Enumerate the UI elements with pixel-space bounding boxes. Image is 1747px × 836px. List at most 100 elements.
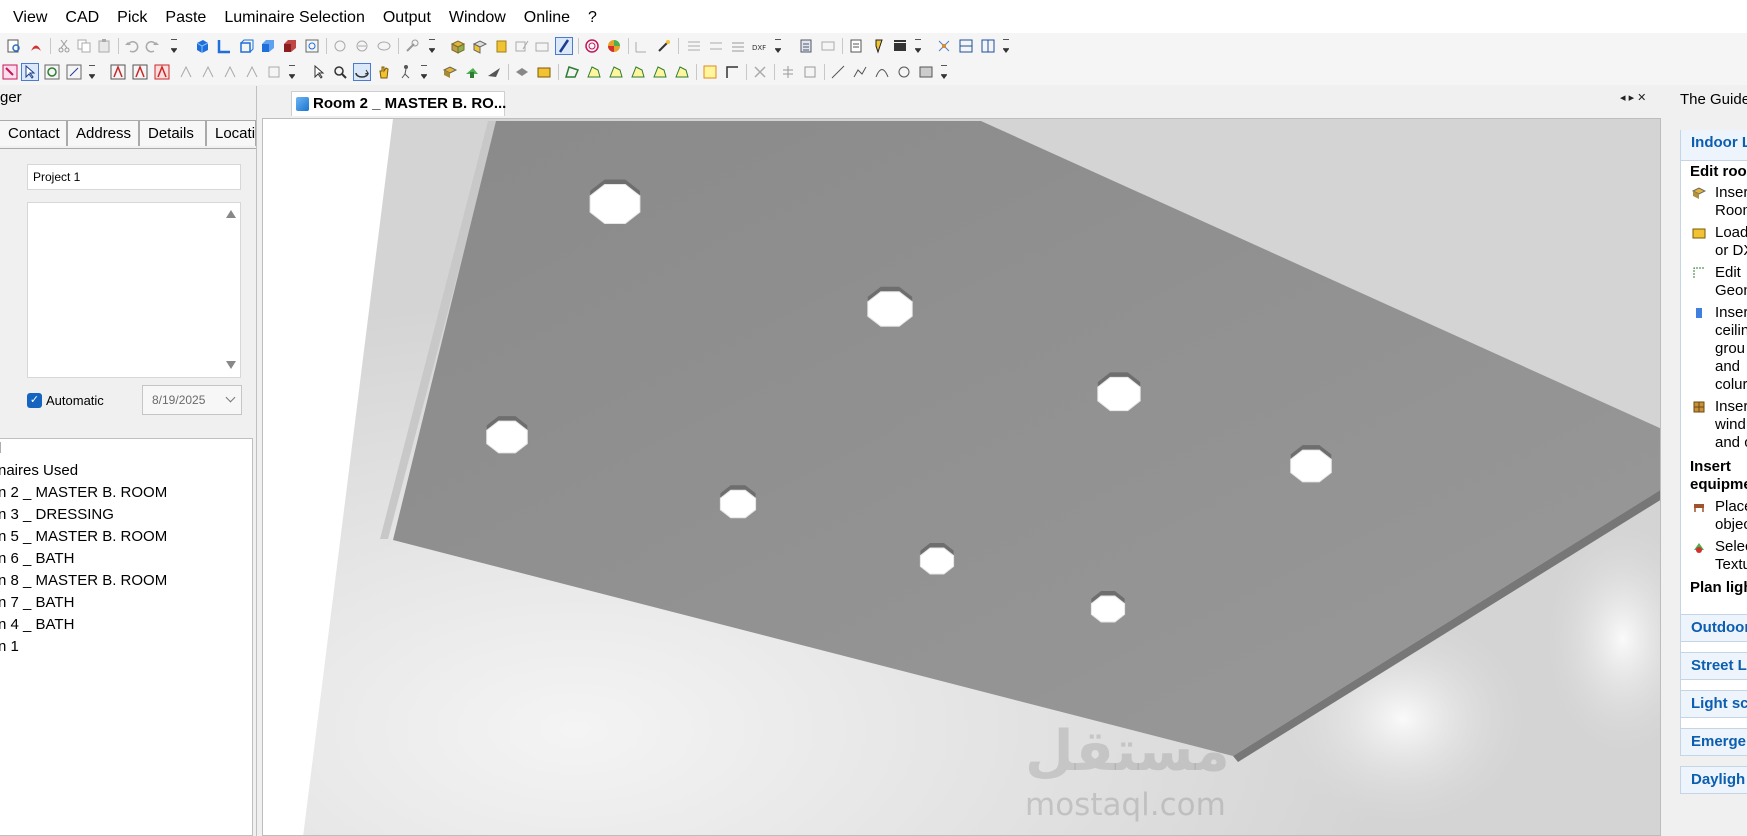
view-front-icon[interactable] [238,38,254,54]
tab-details[interactable]: Details [139,120,206,146]
guide-load-line-2[interactable]: or DX [1715,241,1747,261]
guide-section-outdoor-label[interactable]: Outdoor [1691,619,1747,636]
select-luminaire-icon[interactable] [2,64,18,80]
description-scrollbar[interactable] [222,203,240,377]
3d-viewport[interactable]: مستقل mostaql.com [262,118,1661,836]
guide-edit-geometry-line-2[interactable]: Geon [1715,281,1747,301]
circle-arrangement-icon[interactable] [154,64,170,80]
tab-contact[interactable]: Contact [0,120,67,146]
calculator-icon[interactable] [798,38,814,54]
guide-load-line-1[interactable]: Load [1715,223,1747,243]
layout-horizontal-icon[interactable] [958,38,974,54]
guide-section-outdoor[interactable]: Outdoor [1680,614,1747,642]
toolbar-overflow-icon[interactable] [940,63,948,81]
guide-section-light-scenes-label[interactable]: Light sc [1691,695,1747,712]
project-description-field[interactable] [27,202,241,378]
guide-place-object-line-1[interactable]: Place [1715,497,1747,517]
view-floor-icon[interactable] [216,38,232,54]
draw-circle-icon[interactable] [896,64,912,80]
menu-view[interactable]: View [0,0,56,36]
paste-icon[interactable] [96,38,112,54]
toolbar-overflow-icon[interactable] [420,63,428,81]
tree-item-room-5[interactable]: n 5 _ MASTER B. ROOM [0,527,167,547]
tree-item-room-2[interactable]: n 2 _ MASTER B. ROOM [0,483,167,503]
calc-options-icon[interactable] [820,38,836,54]
calc-area-c-icon[interactable] [608,64,624,80]
menu-online[interactable]: Online [515,0,579,36]
document-tab-controls[interactable]: ◂ ▸ ✕ [1620,90,1660,106]
guide-section-street-label[interactable]: Street Li [1691,657,1747,674]
insert-ceiling-icon[interactable] [514,64,530,80]
arrangement-a-icon[interactable] [178,64,194,80]
document-icon[interactable] [848,38,864,54]
guide-insert-ceiling-line-5[interactable]: colur [1715,375,1747,395]
draw-curve-icon[interactable] [874,64,890,80]
project-name-field[interactable]: Project 1 [27,164,241,190]
snap-icon[interactable] [936,38,952,54]
zoom-icon[interactable] [332,64,348,80]
tree-item-room-7[interactable]: n 7 _ BATH [0,593,74,613]
guide-section-daylight-label[interactable]: Dayligh [1691,771,1745,788]
view-solid-icon[interactable] [282,38,298,54]
guide-insert-ceiling-line-2[interactable]: ceilin [1715,321,1747,341]
measure-icon[interactable] [634,38,650,54]
guide-indoor-link[interactable]: Indoor L [1691,134,1747,151]
align-icon[interactable] [802,64,818,80]
select-filter-icon[interactable] [66,64,82,80]
document-tab-room-2[interactable]: Room 2 _ MASTER B. RO... [291,91,506,116]
pan-hand-icon[interactable] [376,64,392,80]
calc-grid-icon[interactable] [686,38,702,54]
ceiling-luminaire[interactable] [589,184,641,224]
calc-area-b-icon[interactable] [586,64,602,80]
menu-pick[interactable]: Pick [108,0,156,36]
arrangement-c-icon[interactable] [222,64,238,80]
arrange-icon[interactable] [534,38,550,54]
tab-address[interactable]: Address [67,120,139,146]
copy-icon[interactable] [76,38,92,54]
menu-paste[interactable]: Paste [156,0,215,36]
cut-icon[interactable] [56,38,72,54]
calc-area-f-icon[interactable] [674,64,690,80]
room-icon[interactable] [450,38,466,54]
guide-edit-geometry-line-1[interactable]: Edit [1715,263,1741,283]
guide-insert-window-line-2[interactable]: wind [1715,415,1746,435]
cursor-icon[interactable] [310,64,326,80]
toolbar-overflow-icon[interactable] [88,63,96,81]
hatch-icon[interactable] [918,64,934,80]
calc-surface-icon[interactable] [708,38,724,54]
layout-vertical-icon[interactable] [980,38,996,54]
room-element-icon[interactable] [472,38,488,54]
guide-insert-ceiling-line-4[interactable]: and [1715,357,1740,377]
guide-insert-window-line-1[interactable]: Insert [1715,397,1747,417]
toolbar-overflow-icon[interactable] [288,63,296,81]
calc-points-icon[interactable] [730,38,746,54]
ceiling-luminaire[interactable] [486,420,528,454]
toolbar-overflow-icon[interactable] [428,37,436,55]
zoom-fit-icon[interactable] [304,38,320,54]
guide-insert-ceiling-line-3[interactable]: grou [1715,339,1745,359]
guide-insert-ceiling-line-1[interactable]: Insert [1715,303,1747,323]
delete-tool-icon[interactable] [752,64,768,80]
guide-section-light-scenes[interactable]: Light sc [1680,690,1747,718]
draw-line-icon[interactable] [830,64,846,80]
wrench-icon[interactable] [404,38,420,54]
arrangement-d-icon[interactable] [244,64,260,80]
toolbar-overflow-icon[interactable] [914,37,922,55]
grid-select-icon[interactable] [702,64,718,80]
calc-area-a-icon[interactable] [564,64,580,80]
toolbar-overflow-icon[interactable] [1002,37,1010,55]
tree-item-room-3[interactable]: n 3 _ DRESSING [0,505,114,525]
corner-icon[interactable] [724,64,740,80]
toolbar-overflow-icon[interactable] [774,37,782,55]
pointer-select-icon[interactable] [21,63,39,81]
ceiling-luminaire[interactable] [919,547,955,575]
tree-item-luminaires-used[interactable]: naires Used [0,461,78,481]
pin-icon[interactable] [870,38,886,54]
calc-area-d-icon[interactable] [630,64,646,80]
selection-mode-icon[interactable] [555,37,573,55]
furniture-tool-icon[interactable] [494,38,510,54]
ceiling-luminaire[interactable] [1090,595,1126,623]
guide-section-emergency[interactable]: Emerge [1680,728,1747,756]
scroll-down-icon[interactable] [226,361,236,369]
date-picker[interactable]: 8/19/2025 [142,385,242,415]
